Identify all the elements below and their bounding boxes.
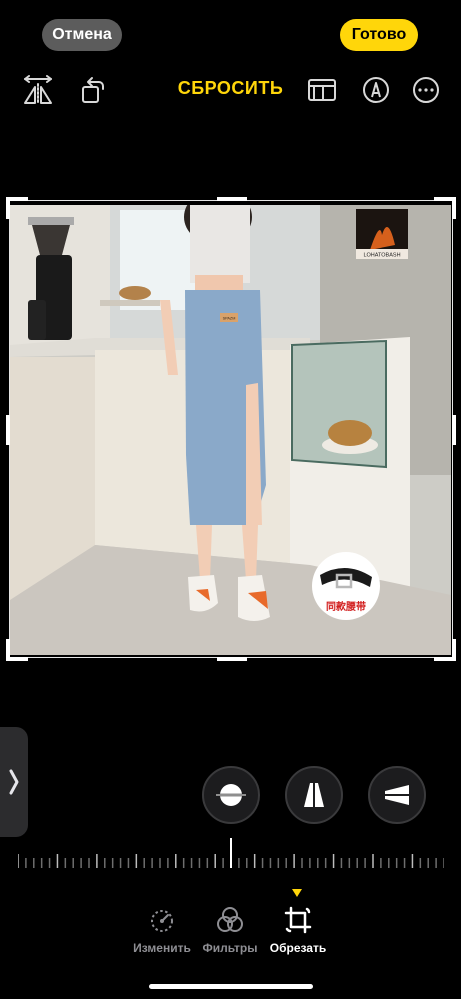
aspect-ratio-icon[interactable] — [305, 73, 339, 107]
straighten-button[interactable] — [202, 766, 260, 824]
crop-edge-handle[interactable] — [452, 415, 456, 445]
filters-icon — [217, 907, 243, 932]
vertical-perspective-button[interactable] — [285, 766, 343, 824]
cancel-button[interactable]: Отмена — [42, 19, 122, 51]
horizontal-perspective-icon — [382, 785, 412, 805]
jeans-patch-text: SPAZM — [223, 317, 236, 321]
crop-edge-handle[interactable] — [217, 197, 247, 201]
tab-crop[interactable]: Обрезать — [253, 905, 343, 955]
chevron-right-icon — [9, 769, 19, 795]
tab-label: Изменить — [133, 941, 191, 955]
crop-edge-handle[interactable] — [217, 657, 247, 661]
more-icon[interactable] — [409, 73, 443, 107]
done-button[interactable]: Готово — [340, 19, 418, 51]
tab-label: Фильтры — [202, 941, 258, 955]
belt-caption: 同款腰带 — [326, 600, 366, 613]
side-panel-handle[interactable] — [0, 727, 28, 837]
straighten-icon — [216, 784, 246, 806]
poster-text: LOHATOBASH — [363, 253, 400, 259]
tab-label: Обрезать — [269, 941, 327, 955]
adjust-dial-icon — [151, 910, 173, 932]
vertical-perspective-icon — [304, 780, 324, 810]
photo-canvas[interactable]: LOHATOBASH SPAZM 同款腰带 — [10, 205, 451, 655]
horizontal-perspective-button[interactable] — [368, 766, 426, 824]
angle-ruler[interactable] — [17, 838, 445, 874]
crop-rotate-icon — [284, 906, 312, 934]
markup-icon[interactable] — [359, 73, 393, 107]
home-indicator — [149, 984, 313, 989]
active-tab-indicator — [292, 889, 302, 897]
